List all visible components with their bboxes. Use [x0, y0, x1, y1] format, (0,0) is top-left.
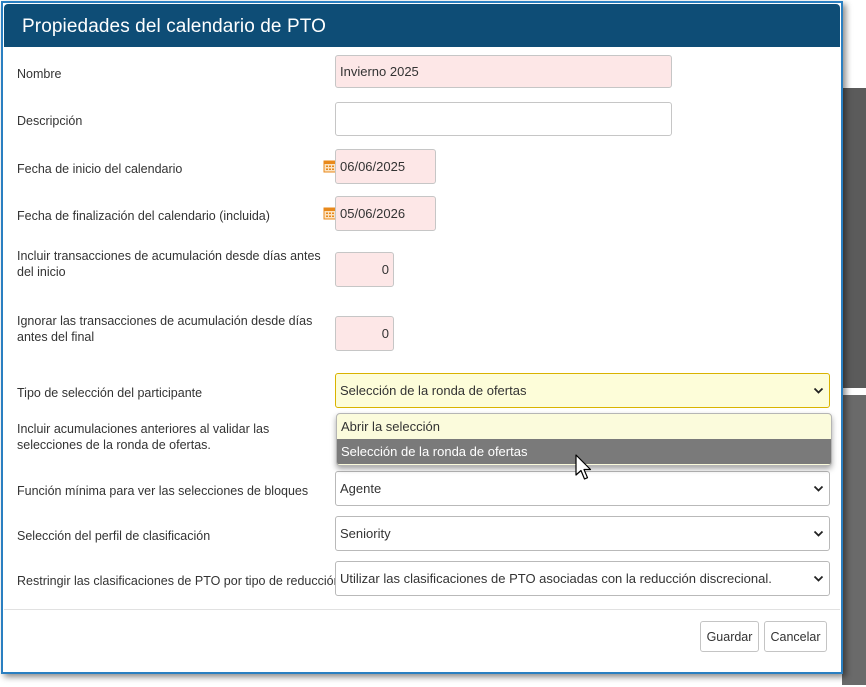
- save-button[interactable]: Guardar: [700, 621, 759, 652]
- end-date-value: 05/06/2026: [340, 206, 406, 221]
- chevron-down-icon: [813, 387, 824, 394]
- dialog-title: Propiedades del calendario de PTO: [22, 16, 326, 37]
- include-prior-accruals-label: Incluir acumulaciones anteriores al vali…: [17, 422, 270, 452]
- chevron-down-icon: [813, 575, 824, 582]
- ranking-profile-select[interactable]: Seniority: [335, 516, 830, 551]
- ignore-days-input[interactable]: 0: [335, 316, 394, 351]
- background-app-strip: [842, 88, 866, 388]
- ranking-profile-label: Selección del perfil de clasificación: [17, 529, 211, 543]
- restrict-rankings-label: Restringir las clasificaciones de PTO po…: [17, 574, 341, 588]
- description-label: Descripción: [17, 114, 83, 128]
- ranking-profile-value: Seniority: [340, 526, 391, 541]
- chevron-down-icon: [813, 530, 824, 537]
- end-date-input[interactable]: 05/06/2026: [335, 196, 436, 231]
- chevron-down-icon: [813, 485, 824, 492]
- include-days-value: 0: [381, 262, 389, 277]
- include-days-label: Incluir transacciones de acumulación des…: [17, 249, 321, 279]
- ignore-days-value: 0: [381, 326, 389, 341]
- start-date-label: Fecha de inicio del calendario: [17, 162, 183, 176]
- cancel-button[interactable]: Cancelar: [764, 621, 827, 652]
- name-label: Nombre: [17, 67, 62, 81]
- start-date-value: 06/06/2025: [340, 159, 406, 174]
- minimum-role-label: Función mínima para ver las selecciones …: [17, 484, 309, 498]
- participant-selection-type-value: Selección de la ronda de ofertas: [340, 383, 527, 398]
- restrict-rankings-select[interactable]: Utilizar las clasificaciones de PTO asoc…: [335, 561, 830, 596]
- mouse-pointer-icon: [575, 454, 592, 480]
- participant-selection-type-label: Tipo de selección del participante: [17, 386, 203, 400]
- participant-selection-type-select[interactable]: Selección de la ronda de ofertas: [335, 373, 830, 408]
- dropdown-option-open-selection[interactable]: Abrir la selección: [337, 414, 831, 439]
- dialog-header: Propiedades del calendario de PTO: [4, 4, 840, 47]
- restrict-rankings-value: Utilizar las clasificaciones de PTO asoc…: [340, 571, 772, 586]
- ignore-days-label: Ignorar las transacciones de acumulación…: [17, 314, 313, 344]
- background-app-strip-lower: [842, 395, 866, 685]
- minimum-role-value: Agente: [340, 481, 382, 496]
- name-input[interactable]: Invierno 2025: [335, 55, 672, 88]
- name-input-value: Invierno 2025: [340, 64, 419, 79]
- start-date-input[interactable]: 06/06/2025: [335, 149, 436, 184]
- pto-calendar-properties-dialog: Propiedades del calendario de PTO Nombre…: [1, 1, 843, 674]
- footer-divider: [4, 609, 840, 610]
- description-input[interactable]: [335, 102, 672, 136]
- end-date-label: Fecha de finalización del calendario (in…: [17, 209, 270, 223]
- include-days-input[interactable]: 0: [335, 252, 394, 287]
